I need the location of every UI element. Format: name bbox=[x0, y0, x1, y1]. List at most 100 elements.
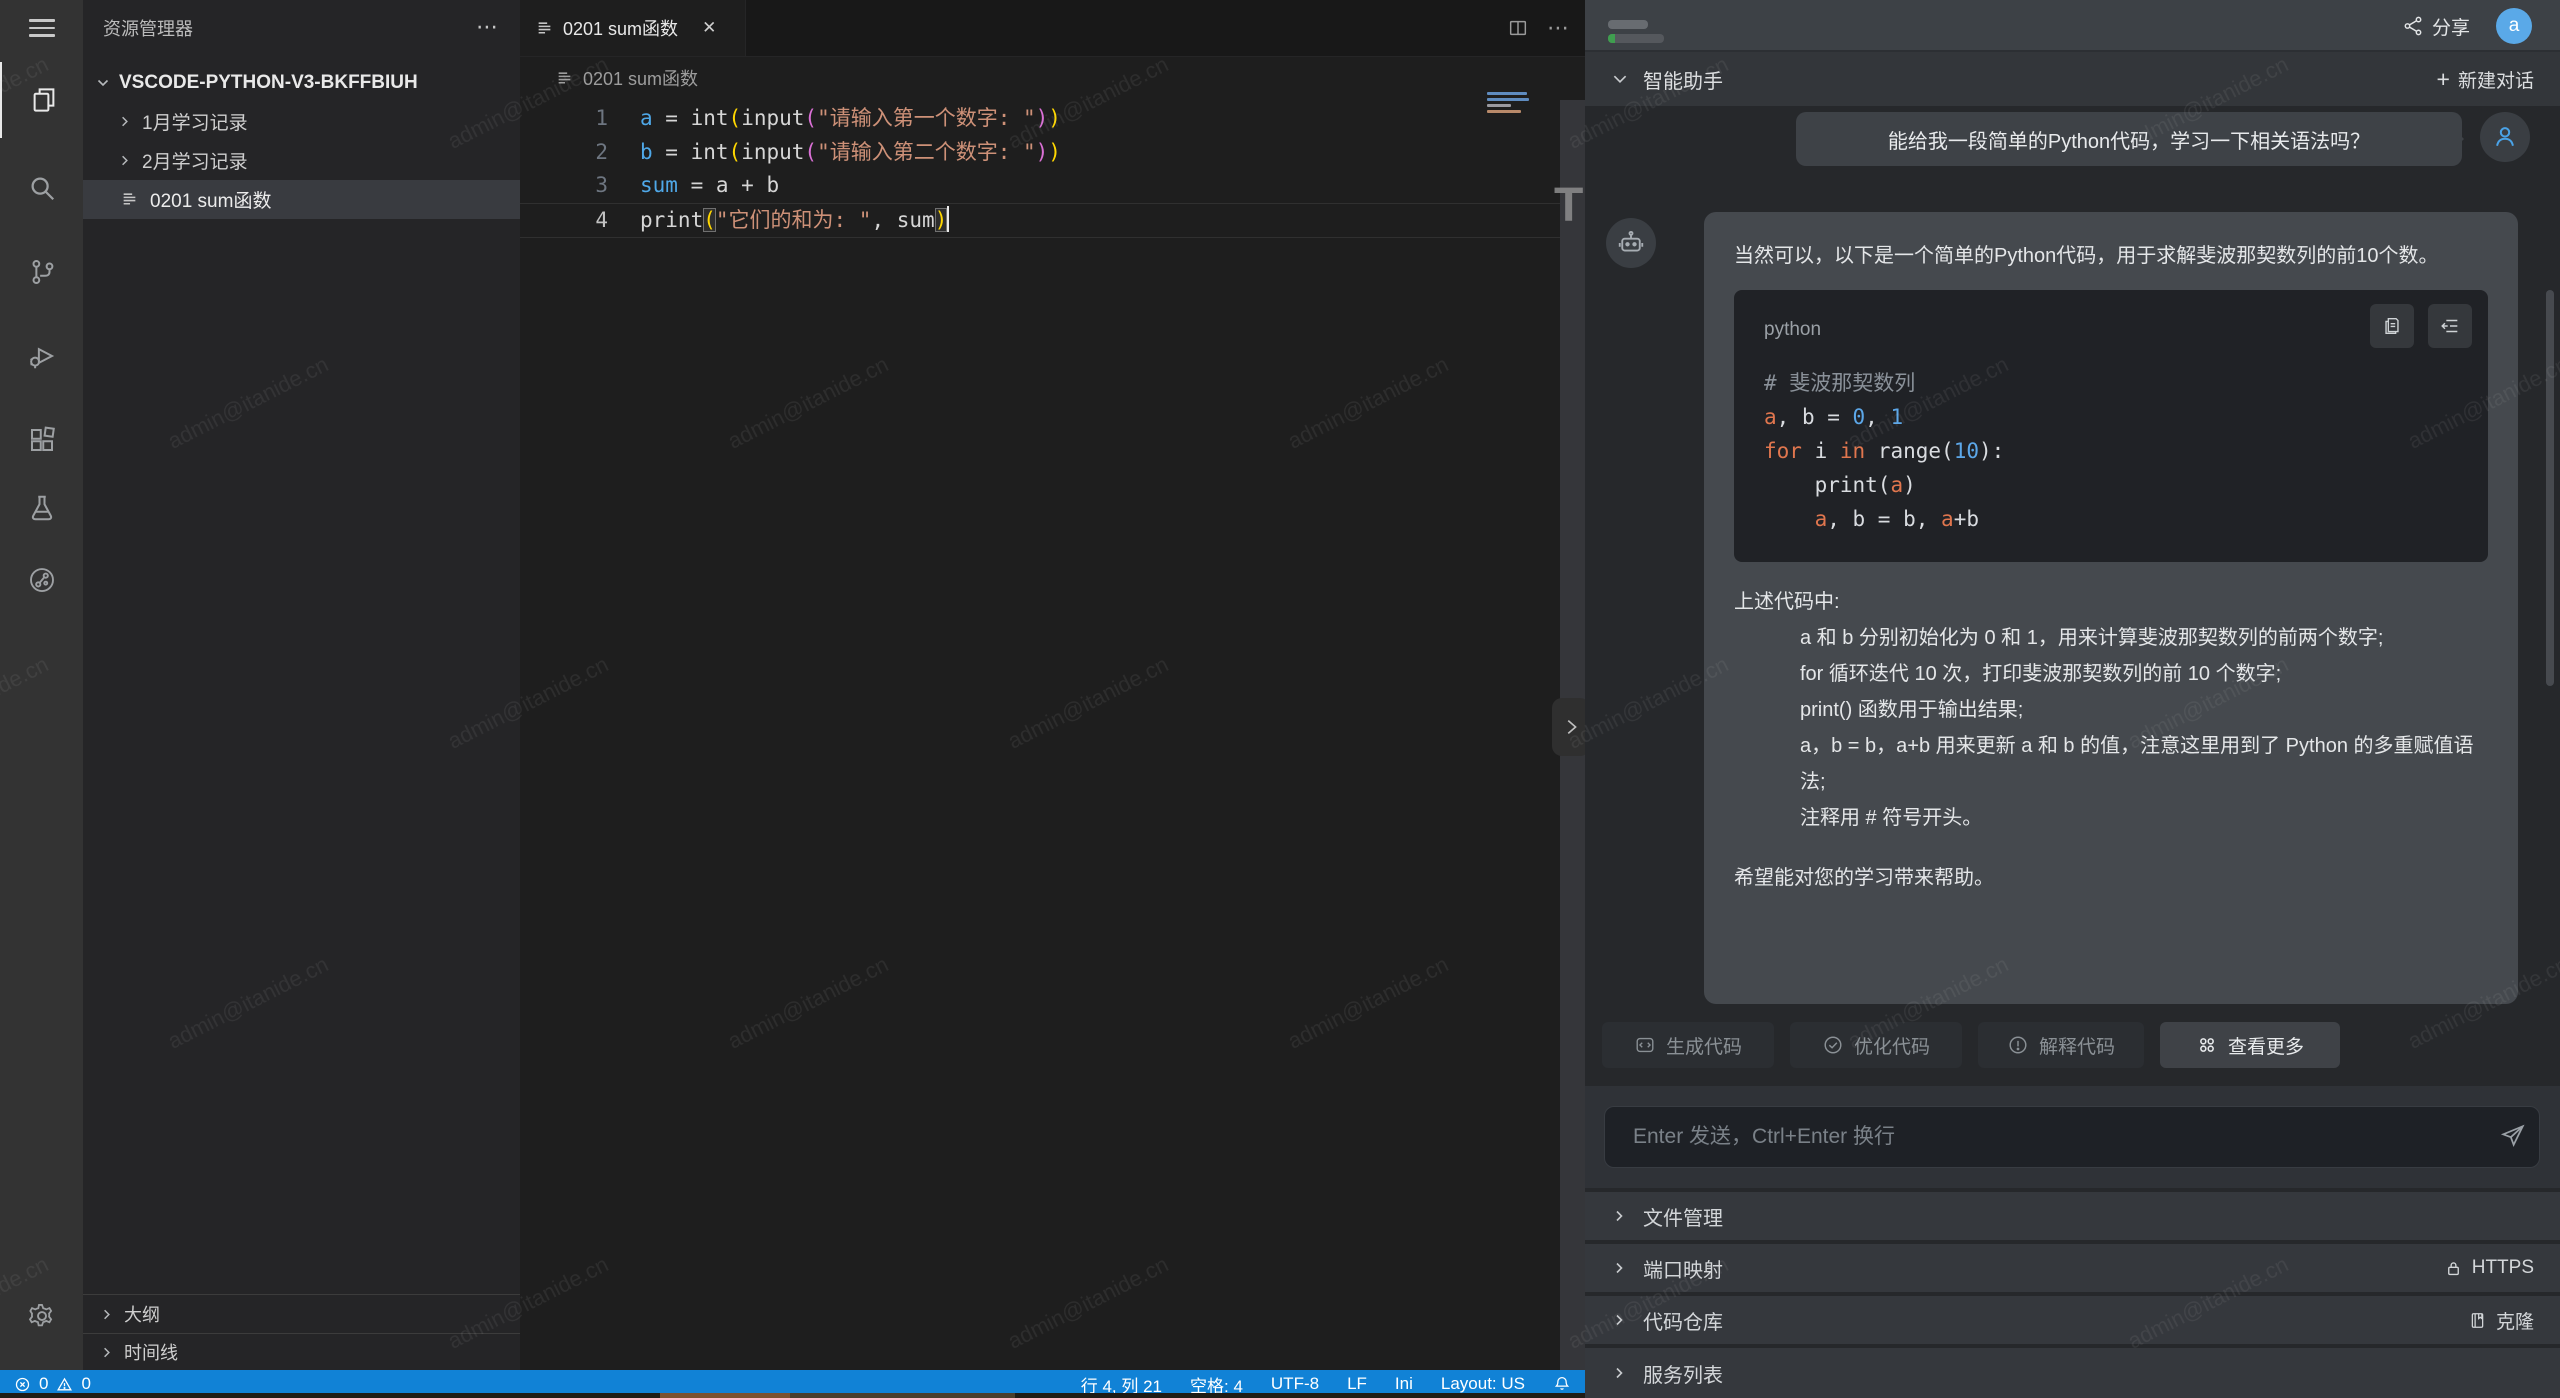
assistant-header: 智能助手 + 新建对话 bbox=[1585, 52, 2560, 106]
new-chat-button[interactable]: + 新建对话 bbox=[2437, 66, 2534, 93]
explorer-icon[interactable] bbox=[0, 62, 85, 138]
explorer-sidebar: 资源管理器 ⋯ VSCODE-PYTHON-V3-BKFFBIUH 1月学习记录… bbox=[83, 0, 520, 1370]
chat-code-line: a, b = b, a+b bbox=[1764, 502, 2458, 536]
file-icon bbox=[536, 20, 553, 37]
chat-code-line: a, b = 0, 1 bbox=[1764, 400, 2458, 434]
source-control-icon[interactable] bbox=[0, 234, 83, 310]
remote-run-icon[interactable] bbox=[0, 542, 83, 618]
language-mode[interactable]: Ini bbox=[1395, 1374, 1413, 1394]
eol[interactable]: LF bbox=[1347, 1374, 1367, 1394]
screen-edge-segment bbox=[790, 1393, 1015, 1398]
clone-icon bbox=[2468, 1311, 2487, 1330]
assistant-panel: 分享 a 智能助手 + 新建对话 能给我一段简单的Python代码，学习一下相关… bbox=[1585, 0, 2560, 1398]
chevron-right-icon bbox=[117, 153, 132, 168]
chevron-right-icon bbox=[1611, 1365, 1627, 1381]
outline-section[interactable]: 大纲 bbox=[83, 1295, 520, 1333]
chevron-right-icon bbox=[99, 1345, 114, 1360]
code-line-1[interactable]: 1a = int(input("请输入第一个数字: ")) bbox=[520, 102, 1560, 136]
line-number: 1 bbox=[520, 102, 608, 136]
extensions-icon[interactable] bbox=[0, 402, 83, 478]
split-editor-icon[interactable] bbox=[1507, 17, 1529, 39]
section-port-mapping[interactable]: 端口映射 HTTPS bbox=[1585, 1244, 2560, 1292]
robot-icon bbox=[1616, 228, 1646, 258]
tree-folder-jan[interactable]: 1月学习记录 bbox=[83, 102, 520, 141]
clone-badge[interactable]: 克隆 bbox=[2468, 1307, 2534, 1334]
explanation-item: 注释用 # 符号开头。 bbox=[1800, 800, 2488, 836]
chat-bot-avatar bbox=[1606, 218, 1656, 268]
chat-user-avatar bbox=[2480, 112, 2530, 162]
generate-code-button[interactable]: 生成代码 bbox=[1602, 1022, 1774, 1068]
explain-code-button[interactable]: 解释代码 bbox=[1978, 1022, 2144, 1068]
tree-root[interactable]: VSCODE-PYTHON-V3-BKFFBIUH bbox=[83, 63, 520, 102]
tree-file-0201[interactable]: 0201 sum函数 bbox=[83, 180, 520, 219]
tab-bar: 0201 sum函数 ✕ ⋯ bbox=[520, 0, 1585, 57]
copy-icon bbox=[2381, 315, 2403, 337]
view-more-button[interactable]: 查看更多 bbox=[2160, 1022, 2340, 1068]
chat-input[interactable] bbox=[1604, 1106, 2540, 1168]
run-debug-icon[interactable] bbox=[0, 318, 83, 394]
send-icon[interactable] bbox=[2500, 1123, 2526, 1149]
https-badge[interactable]: HTTPS bbox=[2444, 1257, 2534, 1279]
minimap[interactable] bbox=[1487, 92, 1533, 116]
screen-edge-segment bbox=[660, 1393, 790, 1398]
assistant-title-row[interactable]: 智能助手 bbox=[1611, 65, 1723, 94]
explorer-title: 资源管理器 bbox=[103, 0, 193, 56]
chat-input-area bbox=[1585, 1086, 2560, 1188]
code-area[interactable]: 1a = int(input("请输入第一个数字: "))2b = int(in… bbox=[520, 102, 1560, 238]
panel-top-bar: 分享 a bbox=[1585, 0, 2560, 52]
encoding[interactable]: UTF-8 bbox=[1271, 1374, 1319, 1394]
chevron-down-icon bbox=[95, 75, 111, 91]
breadcrumb[interactable]: 0201 sum函数 bbox=[556, 56, 698, 100]
tab-0201-sum[interactable]: 0201 sum函数 ✕ bbox=[520, 0, 746, 56]
chat-code-line: # 斐波那契数列 bbox=[1764, 366, 2458, 400]
timeline-section[interactable]: 时间线 bbox=[83, 1334, 520, 1370]
editor-group: 0201 sum函数 ✕ ⋯ 0201 sum函数 1a = int(input… bbox=[520, 0, 1585, 1370]
chat-code-lines[interactable]: # 斐波那契数列a, b = 0, 1for i in range(10): p… bbox=[1764, 366, 2458, 536]
section-code-repo[interactable]: 代码仓库 克隆 bbox=[1585, 1296, 2560, 1344]
user-message: 能给我一段简单的Python代码，学习一下相关语法吗？ bbox=[1796, 112, 2462, 166]
section-service-list[interactable]: 服务列表 bbox=[1585, 1348, 2560, 1398]
code-line-2[interactable]: 2b = int(input("请输入第二个数字: ")) bbox=[520, 136, 1560, 170]
closing-line: 希望能对您的学习带来帮助。 bbox=[1734, 860, 2488, 896]
test-beaker-icon[interactable] bbox=[0, 470, 83, 546]
code-icon bbox=[1634, 1034, 1656, 1056]
panel-sections: 文件管理 端口映射 HTTPS 代码仓库 克隆 服务列表 bbox=[1585, 1188, 2560, 1398]
share-button[interactable]: 分享 bbox=[2402, 0, 2470, 52]
copy-code-button[interactable] bbox=[2370, 304, 2414, 348]
section-file-management[interactable]: 文件管理 bbox=[1585, 1192, 2560, 1240]
explanation-list: a 和 b 分别初始化为 0 和 1，用来计算斐波那契数列的前两个数字;for … bbox=[1800, 620, 2488, 836]
error-icon bbox=[14, 1376, 31, 1393]
gear-icon[interactable] bbox=[0, 1278, 83, 1354]
assistant-message-card: 当然可以，以下是一个简单的Python代码，用于求解斐波那契数列的前10个数。 … bbox=[1704, 212, 2518, 1004]
drag-handle-icon[interactable] bbox=[1608, 20, 1664, 43]
close-icon[interactable]: ✕ bbox=[702, 18, 716, 38]
problems-indicator[interactable]: 0 0 bbox=[14, 1374, 91, 1394]
chevron-right-icon bbox=[1611, 1260, 1627, 1276]
code-line-3[interactable]: 3sum = a + b bbox=[520, 169, 1560, 203]
lock-icon bbox=[2444, 1259, 2463, 1278]
explanation-item: for 循环迭代 10 次，打印斐波那契数列的前 10 个数字; bbox=[1800, 656, 2488, 692]
bell-icon[interactable] bbox=[1553, 1375, 1571, 1393]
keyboard-layout[interactable]: Layout: US bbox=[1441, 1374, 1525, 1394]
person-icon bbox=[2491, 123, 2519, 151]
chat-code-block: python # 斐波那契数列a, b = 0, 1for i in range… bbox=[1734, 290, 2488, 562]
exclaim-circle-icon bbox=[2007, 1034, 2029, 1056]
code-language-label: python bbox=[1764, 308, 2458, 352]
code-line-4[interactable]: 4print("它们的和为: ", sum) bbox=[520, 203, 1560, 239]
insert-code-button[interactable] bbox=[2428, 304, 2472, 348]
chat-code-line: for i in range(10): bbox=[1764, 434, 2458, 468]
assistant-intro: 当然可以，以下是一个简单的Python代码，用于求解斐波那契数列的前10个数。 bbox=[1734, 238, 2488, 274]
optimize-code-button[interactable]: 优化代码 bbox=[1790, 1022, 1962, 1068]
explanation-item: a 和 b 分别初始化为 0 和 1，用来计算斐波那契数列的前两个数字; bbox=[1800, 620, 2488, 656]
insert-icon bbox=[2439, 315, 2461, 337]
search-icon[interactable] bbox=[0, 150, 83, 226]
chevron-right-icon bbox=[99, 1307, 114, 1322]
chat-area: 能给我一段简单的Python代码，学习一下相关语法吗？ 当然可以，以下是一个简单… bbox=[1585, 106, 2560, 1086]
tree-folder-feb[interactable]: 2月学习记录 bbox=[83, 141, 520, 180]
chat-scrollbar[interactable] bbox=[2546, 290, 2554, 686]
user-avatar-badge[interactable]: a bbox=[2496, 8, 2532, 44]
explorer-more-icon[interactable]: ⋯ bbox=[476, 14, 500, 40]
chevron-right-icon bbox=[117, 114, 132, 129]
editor-more-icon[interactable]: ⋯ bbox=[1547, 15, 1571, 41]
menu-icon[interactable] bbox=[0, 0, 83, 56]
